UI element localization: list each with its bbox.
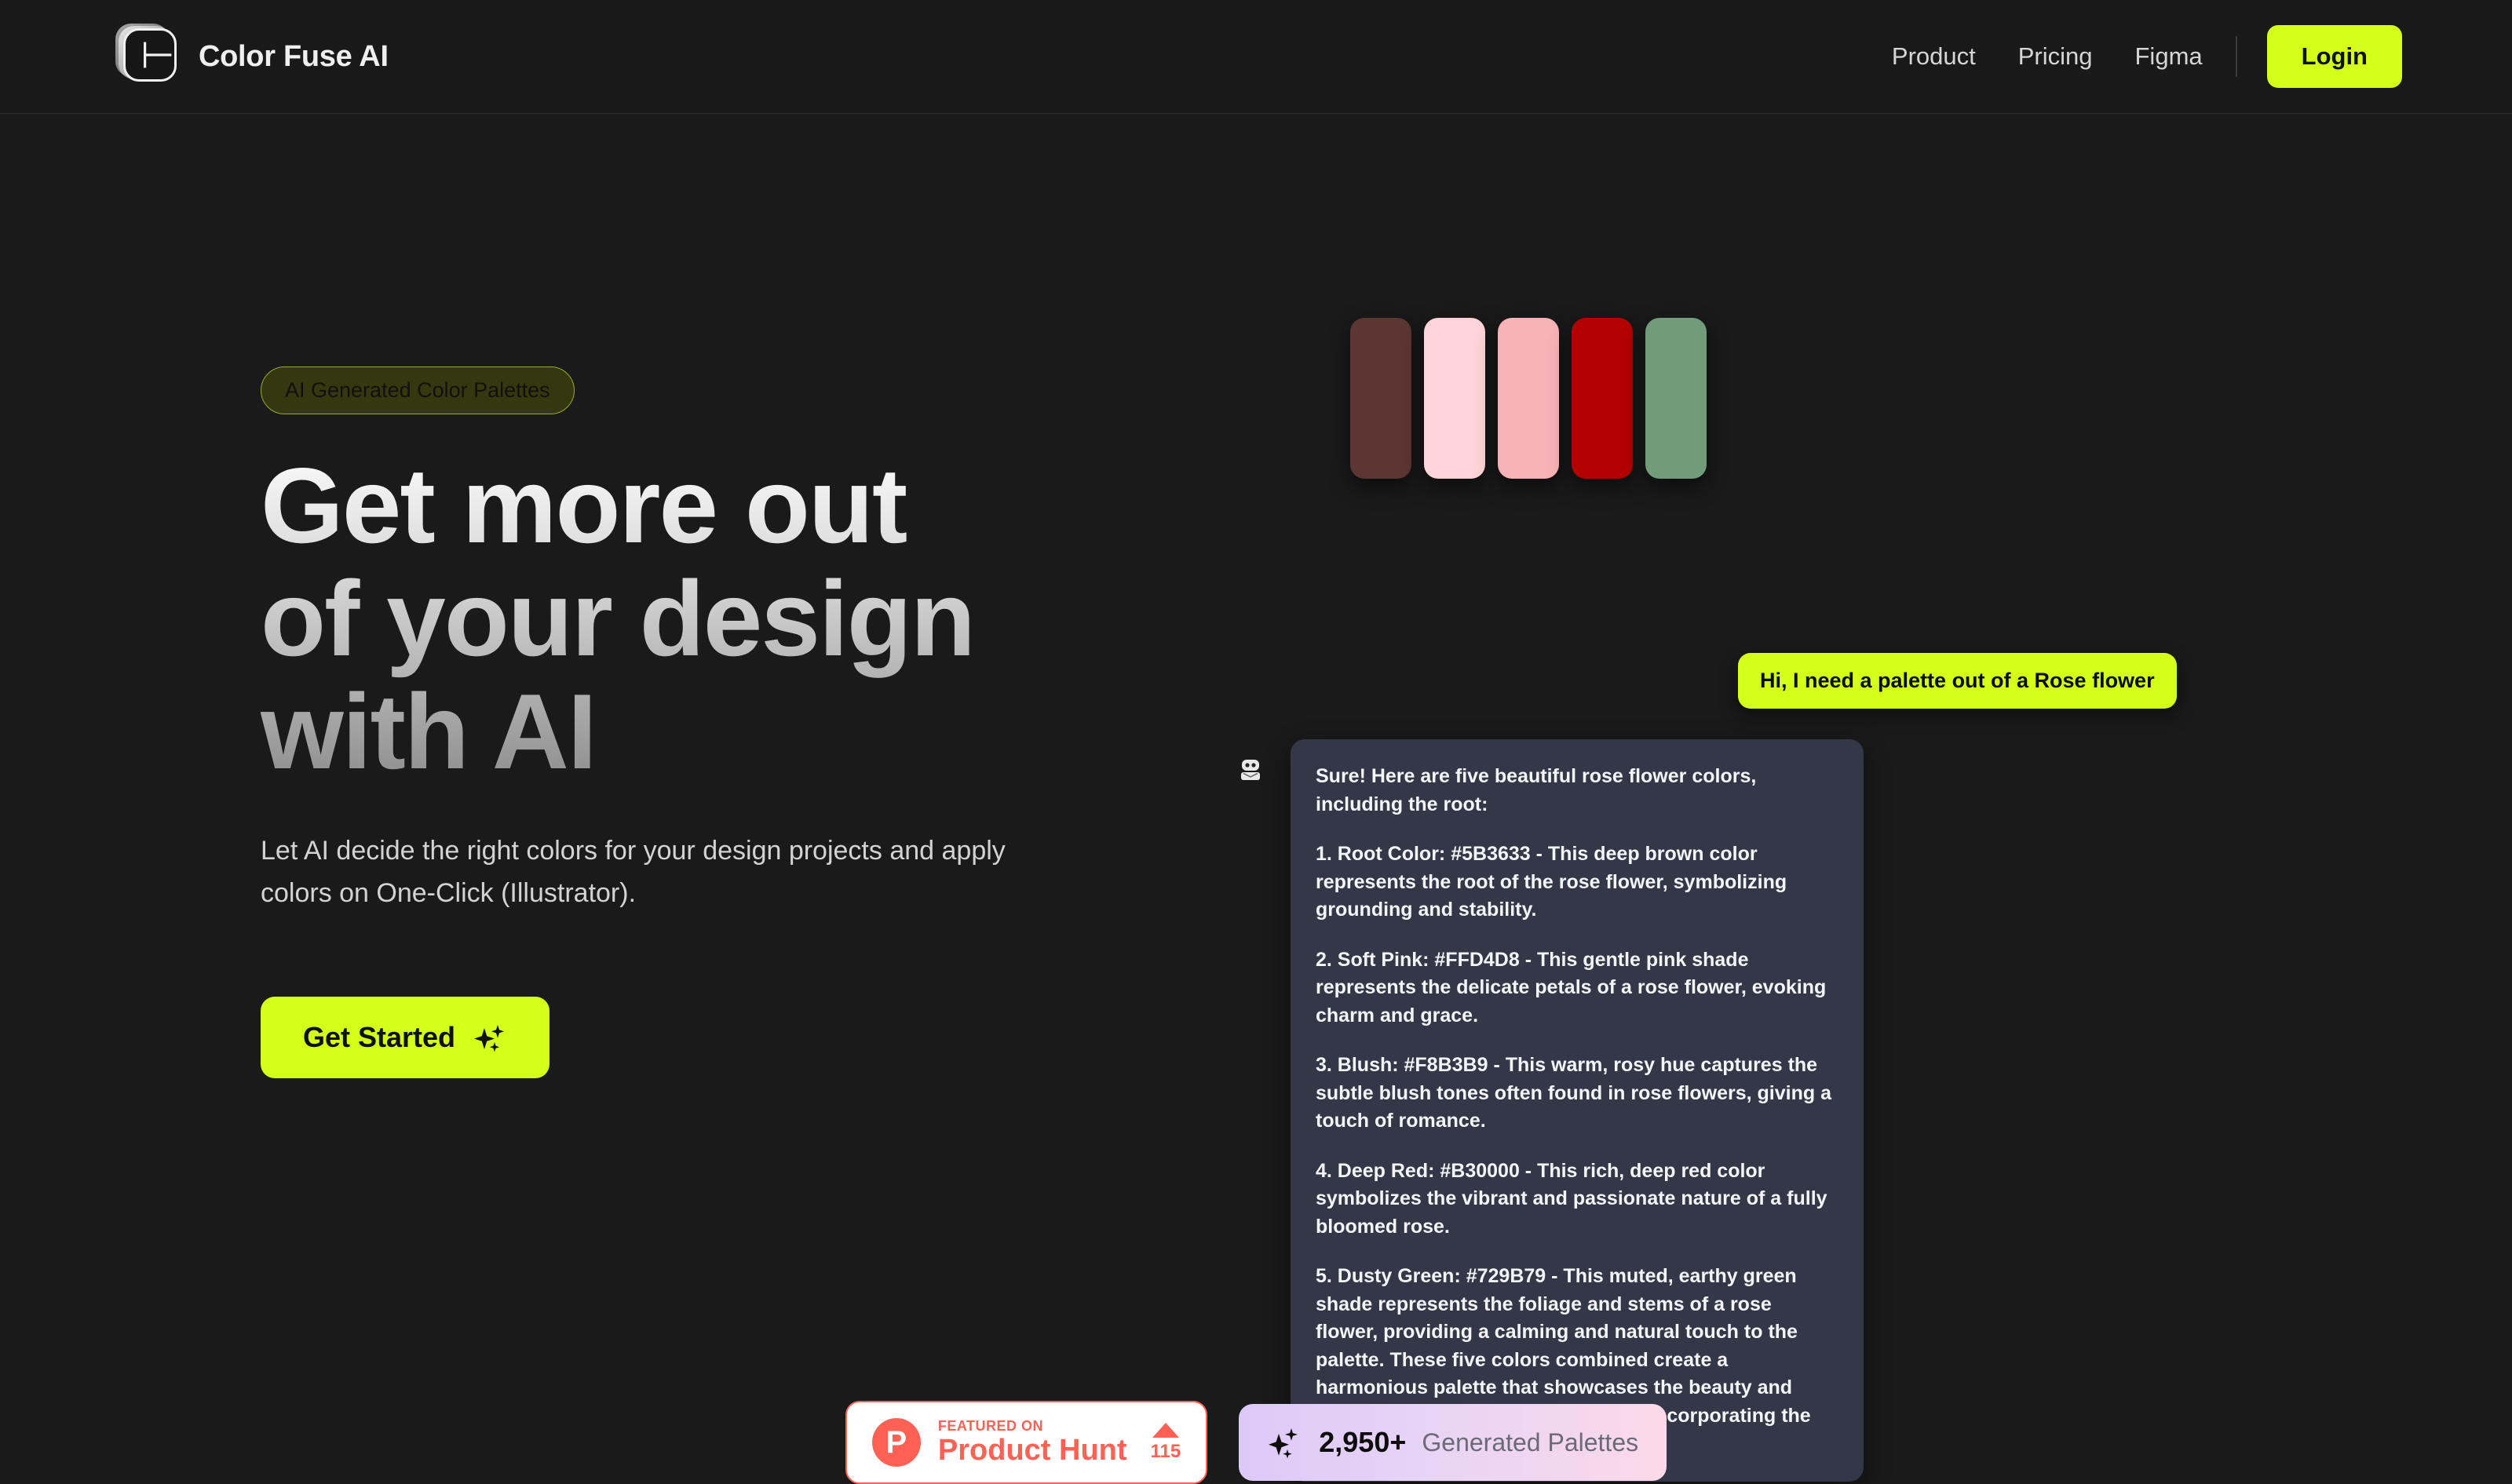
- hero-section: AI Generated Color Palettes Get more out…: [0, 114, 2512, 1484]
- main-nav: Product Pricing Figma Login: [1892, 25, 2402, 88]
- product-hunt-badge[interactable]: P FEATURED ON Product Hunt 115: [845, 1401, 1208, 1484]
- hero-subtitle: Let AI decide the right colors for your …: [261, 836, 1006, 909]
- generated-palettes-badge[interactable]: 2,950+ Generated Palettes: [1239, 1404, 1667, 1482]
- page-title: Get more out of your design with AI: [261, 449, 1093, 788]
- ai-paragraph: 3. Blush: #F8B3B9 - This warm, rosy hue …: [1316, 1054, 1831, 1132]
- product-hunt-upvote-count: 115: [1150, 1440, 1181, 1462]
- headline-line-1: Get more out: [261, 446, 907, 565]
- headline-line-2: of your design: [261, 559, 974, 679]
- sparkles-icon: [474, 1024, 505, 1052]
- logo-glyph-icon: [144, 42, 172, 68]
- nav-link-product[interactable]: Product: [1892, 42, 1976, 71]
- hero-badge: AI Generated Color Palettes: [261, 366, 575, 414]
- palette-swatch[interactable]: [1498, 318, 1559, 479]
- sparkles-icon: [1269, 1428, 1298, 1459]
- nav-divider: [2235, 36, 2237, 77]
- login-button[interactable]: Login: [2266, 25, 2402, 88]
- palette-swatches: [1350, 318, 2276, 479]
- robot-icon: [1241, 760, 1260, 780]
- logo-icon: [115, 24, 178, 85]
- get-started-label: Get Started: [303, 1020, 456, 1053]
- site-header: Color Fuse AI Product Pricing Figma Logi…: [0, 0, 2512, 114]
- generated-palettes-label: Generated Palettes: [1422, 1427, 1639, 1457]
- nav-link-figma[interactable]: Figma: [2135, 42, 2203, 71]
- ai-paragraph: Sure! Here are five beautiful rose flowe…: [1316, 765, 1757, 815]
- palette-swatch[interactable]: [1424, 318, 1485, 479]
- product-hunt-featured-label: FEATURED ON: [937, 1418, 1044, 1434]
- nav-link-pricing[interactable]: Pricing: [2018, 42, 2093, 71]
- palette-swatch[interactable]: [1645, 318, 1707, 479]
- brand-name: Color Fuse AI: [199, 39, 389, 73]
- headline-line-3: with AI: [261, 672, 596, 792]
- generated-palettes-count: 2,950+: [1319, 1426, 1407, 1459]
- palette-swatch[interactable]: [1350, 318, 1411, 479]
- hero-right-column: Hi, I need a palette out of a Rose flowe…: [1241, 318, 2276, 1482]
- ai-paragraph: 1. Root Color: #5B3633 - This deep brown…: [1316, 843, 1787, 921]
- product-hunt-upvote[interactable]: 115: [1150, 1422, 1181, 1463]
- chat-user-message: Hi, I need a palette out of a Rose flowe…: [1738, 653, 2177, 709]
- chat-ai-row: Sure! Here are five beautiful rose flowe…: [1237, 739, 1864, 1482]
- palette-swatch[interactable]: [1572, 318, 1633, 479]
- footer-badges: P FEATURED ON Product Hunt 115 2,950+ Ge…: [0, 1401, 2512, 1484]
- triangle-up-icon: [1152, 1422, 1179, 1438]
- hero-left-column: AI Generated Color Palettes Get more out…: [261, 366, 1093, 1078]
- logo-square: [123, 28, 177, 82]
- ai-paragraph: 2. Soft Pink: #FFD4D8 - This gentle pink…: [1316, 948, 1827, 1026]
- chat-ai-message: Sure! Here are five beautiful rose flowe…: [1291, 739, 1864, 1482]
- product-hunt-icon: P: [871, 1418, 921, 1468]
- get-started-button[interactable]: Get Started: [261, 996, 550, 1078]
- ai-paragraph: 4. Deep Red: #B30000 - This rich, deep r…: [1316, 1159, 1827, 1238]
- brand-logo[interactable]: Color Fuse AI: [115, 24, 389, 85]
- product-hunt-title: Product Hunt: [937, 1434, 1127, 1467]
